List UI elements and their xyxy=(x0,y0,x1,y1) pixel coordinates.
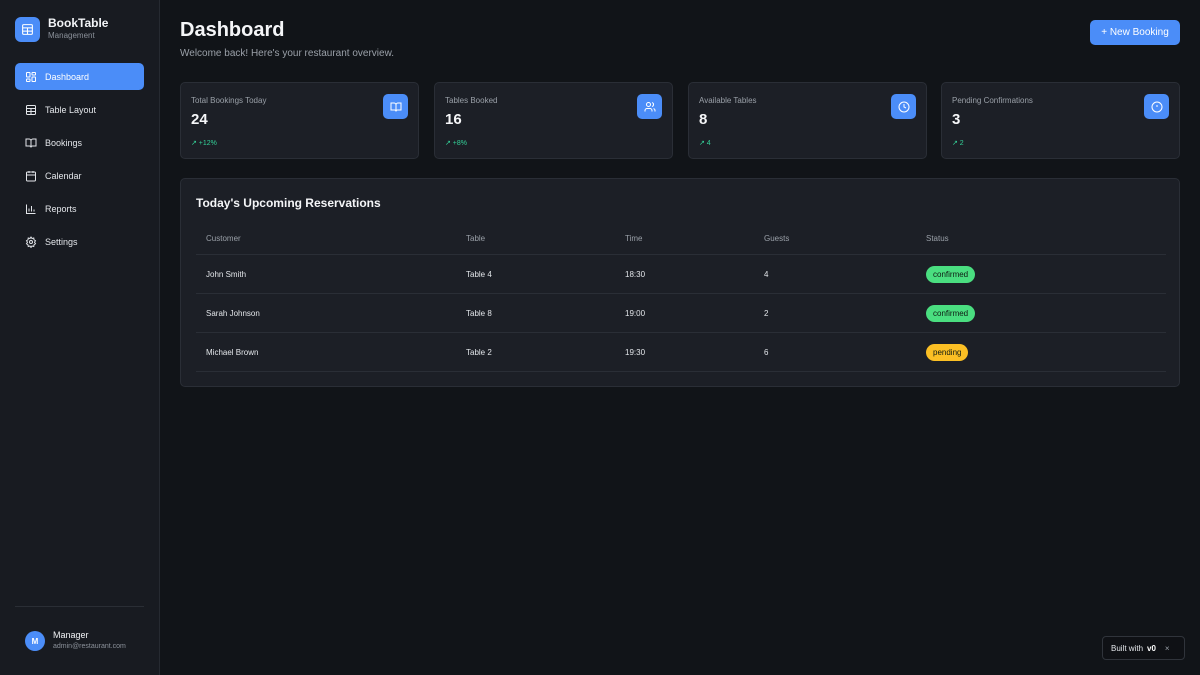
user-email: admin@restaurant.com xyxy=(53,643,126,650)
stat-value: 24 xyxy=(191,111,208,128)
status-badge: pending xyxy=(926,343,969,361)
stat-card-total-bookings: Total Bookings Today 24 ↗ +12% xyxy=(180,82,419,159)
stat-card-pending-confirmations: Pending Confirmations 3 ↗ 2 xyxy=(941,82,1180,159)
sidebar-nav: Dashboard Table Layout Bookings Calendar… xyxy=(15,63,144,261)
sidebar-item-calendar[interactable]: Calendar xyxy=(15,162,144,189)
stats-row: Total Bookings Today 24 ↗ +12% Tables Bo… xyxy=(180,82,1180,159)
stat-card-tables-booked: Tables Booked 16 ↗ +8% xyxy=(434,82,673,159)
sidebar-item-label: Calendar xyxy=(45,170,82,181)
avatar: M xyxy=(25,631,45,651)
calendar-icon xyxy=(26,170,36,181)
book-icon xyxy=(25,138,37,148)
status-badge: confirmed xyxy=(926,265,976,283)
stat-trend: ↗ +12% xyxy=(191,140,217,147)
book-icon xyxy=(383,94,408,119)
user-profile[interactable]: M Manager admin@restaurant.com xyxy=(25,630,126,652)
reservations-table: Customer Table Time Guests Status John S… xyxy=(196,223,1166,372)
brand-subtitle: Management xyxy=(48,31,95,40)
bar-chart-icon xyxy=(26,204,36,214)
column-header-time: Time xyxy=(625,234,643,243)
guests-cell: 2 xyxy=(764,308,769,318)
sidebar-item-label: Dashboard xyxy=(45,71,90,82)
table-row[interactable]: Sarah Johnson Table 8 19:00 2 confirmed xyxy=(196,294,1166,333)
stat-value: 3 xyxy=(952,111,961,128)
guests-cell: 4 xyxy=(764,269,769,279)
v0-logo-icon: v0 xyxy=(1147,643,1156,653)
stat-trend: ↗ +8% xyxy=(445,140,468,147)
sidebar-item-settings[interactable]: Settings xyxy=(15,228,144,255)
table-cell: Table 8 xyxy=(466,308,492,318)
column-header-table: Table xyxy=(466,234,486,243)
close-icon[interactable]: × xyxy=(1165,644,1170,653)
gear-icon xyxy=(25,235,37,248)
column-header-status: Status xyxy=(926,234,949,243)
reservations-title: Today's Upcoming Reservations xyxy=(196,196,381,210)
clock-icon xyxy=(891,94,916,119)
table-row[interactable]: John Smith Table 4 18:30 4 confirmed xyxy=(196,255,1166,294)
time-cell: 19:00 xyxy=(625,308,646,318)
stat-card-available-tables: Available Tables 8 ↗ 4 xyxy=(688,82,927,159)
stat-trend: ↗ 2 xyxy=(952,140,964,147)
sidebar-item-dashboard[interactable]: Dashboard xyxy=(15,63,144,90)
table-cell: Table 4 xyxy=(466,269,492,279)
built-with-badge[interactable]: Built with v0 × xyxy=(1102,636,1185,660)
stat-trend: ↗ 4 xyxy=(699,140,711,147)
main-content: Dashboard Welcome back! Here's your rest… xyxy=(180,0,1180,675)
customer-cell: Sarah Johnson xyxy=(206,308,260,318)
customer-cell: John Smith xyxy=(206,269,247,279)
alert-circle-icon xyxy=(1144,94,1169,119)
stat-label: Available Tables xyxy=(699,96,757,105)
table-row[interactable]: Michael Brown Table 2 19:30 6 pending xyxy=(196,333,1166,372)
customer-cell: Michael Brown xyxy=(206,347,259,357)
stat-value: 16 xyxy=(445,111,462,128)
sidebar-item-label: Table Layout xyxy=(45,104,97,115)
sidebar-item-label: Settings xyxy=(45,236,78,247)
users-icon xyxy=(637,94,662,119)
sidebar-item-reports[interactable]: Reports xyxy=(15,195,144,222)
sidebar-item-label: Reports xyxy=(45,203,77,214)
stat-value: 8 xyxy=(699,111,708,128)
dashboard-icon xyxy=(26,71,36,82)
new-booking-button[interactable]: + New Booking xyxy=(1090,20,1180,45)
stat-label: Total Bookings Today xyxy=(191,96,267,105)
table-cell: Table 2 xyxy=(466,347,492,357)
page-subtitle: Welcome back! Here's your restaurant ove… xyxy=(180,48,395,59)
built-with-label: Built with xyxy=(1111,643,1144,653)
time-cell: 19:30 xyxy=(625,347,646,357)
brand-name: BookTable xyxy=(48,16,109,30)
table-logo-icon xyxy=(15,16,40,42)
column-header-guests: Guests xyxy=(764,234,790,243)
table-layout-icon xyxy=(26,104,36,115)
sidebar-item-table-layout[interactable]: Table Layout xyxy=(15,96,144,123)
column-header-customer: Customer xyxy=(206,234,241,243)
stat-label: Tables Booked xyxy=(445,96,498,105)
table-header-row: Customer Table Time Guests Status xyxy=(196,223,1166,255)
sidebar-item-label: Bookings xyxy=(45,137,83,148)
reservations-panel: Today's Upcoming Reservations Customer T… xyxy=(180,178,1180,387)
user-name: Manager xyxy=(53,630,89,640)
brand: BookTable Management xyxy=(15,16,108,42)
page-title: Dashboard xyxy=(180,19,285,41)
time-cell: 18:30 xyxy=(625,269,646,279)
sidebar-item-bookings[interactable]: Bookings xyxy=(15,129,144,156)
status-badge: confirmed xyxy=(926,304,976,322)
sidebar: BookTable Management Dashboard Table Lay… xyxy=(0,0,160,675)
sidebar-divider xyxy=(15,606,144,607)
guests-cell: 6 xyxy=(764,347,769,357)
stat-label: Pending Confirmations xyxy=(952,96,1033,105)
